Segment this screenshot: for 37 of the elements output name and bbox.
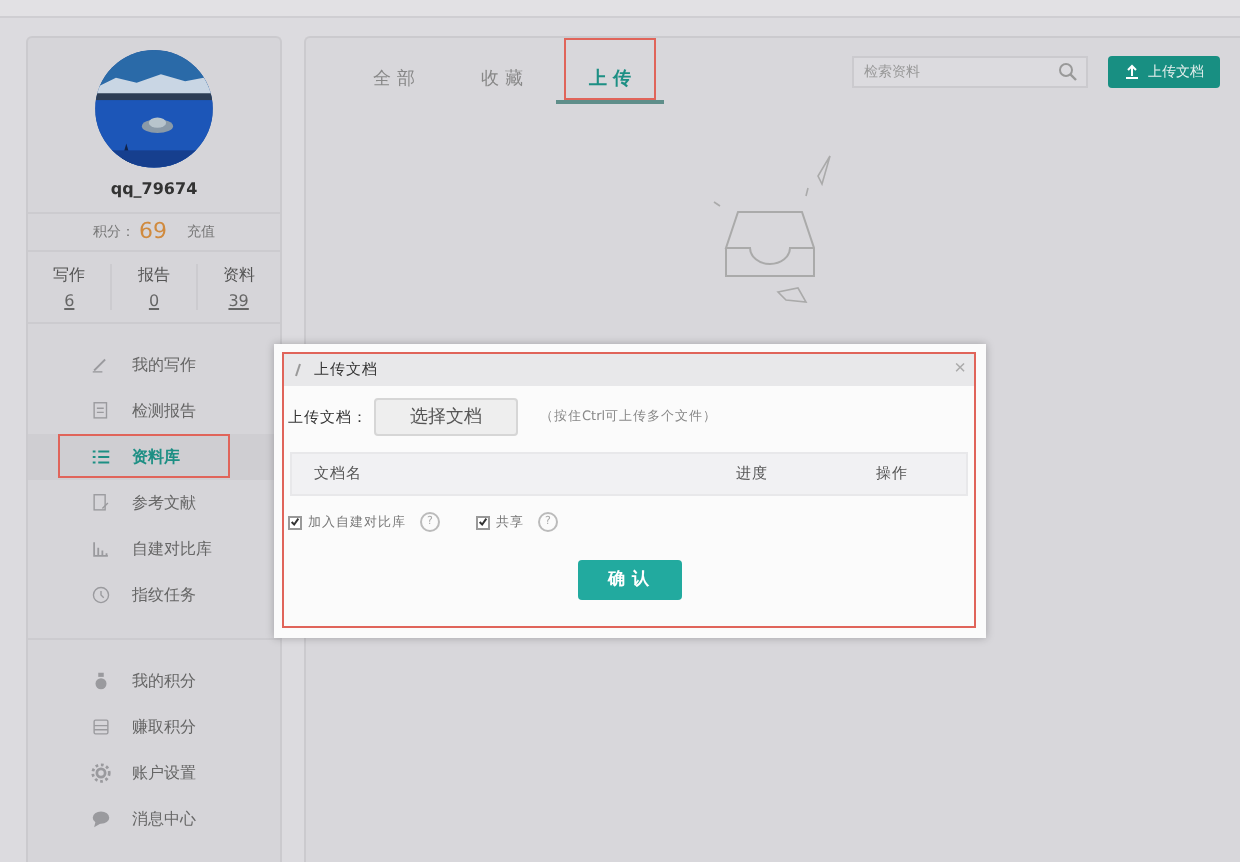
checkbox[interactable] [476,515,490,529]
wallet-icon [90,716,112,738]
gear-icon [90,762,112,784]
money-bag-icon [90,670,112,692]
bar-chart-icon [90,538,112,560]
sidebar-item[interactable]: 赚取积分 [28,704,280,750]
highlight-frame [564,38,656,100]
confirm-button[interactable]: 确 认 [577,560,681,600]
sidebar-item[interactable]: 消息中心 [28,796,280,842]
sidebar-item[interactable]: 账户设置 [28,750,280,796]
document-icon [90,400,112,422]
stat-count-link[interactable]: 0 [148,292,160,310]
stat-label: 资料 [222,264,255,286]
tab[interactable]: 全 部 [340,38,448,104]
tab[interactable]: 上 传 [556,38,664,104]
stat-label: 写作 [53,264,86,286]
upload-icon [1124,63,1140,79]
sidebar-item[interactable]: 检测报告 [28,388,280,434]
stat-count-link[interactable]: 6 [64,292,75,310]
sidebar-item[interactable]: 指纹任务 [28,572,280,618]
username: qq_79674 [108,179,200,198]
sidebar-item[interactable]: 我的积分 [28,658,280,704]
choose-file-button[interactable]: 选择文档 [374,398,518,436]
sidebar-item[interactable]: 自建对比库 [28,526,280,572]
checkbox[interactable] [288,515,302,529]
sidebar-item[interactable]: 参考文献 [28,480,280,526]
points-value: 69 [139,218,167,245]
list-icon [90,446,112,468]
stat-label: 报告 [137,264,170,286]
pencil-icon [292,362,304,378]
clock-icon [90,584,112,606]
chat-bubble-icon [90,808,112,830]
stat-count-link[interactable]: 39 [228,292,249,310]
sidebar-item[interactable]: 资料库 [28,434,280,480]
tab[interactable]: 收 藏 [448,38,556,104]
note-icon [90,492,112,514]
sidebar-item[interactable]: 我的写作 [28,342,280,388]
